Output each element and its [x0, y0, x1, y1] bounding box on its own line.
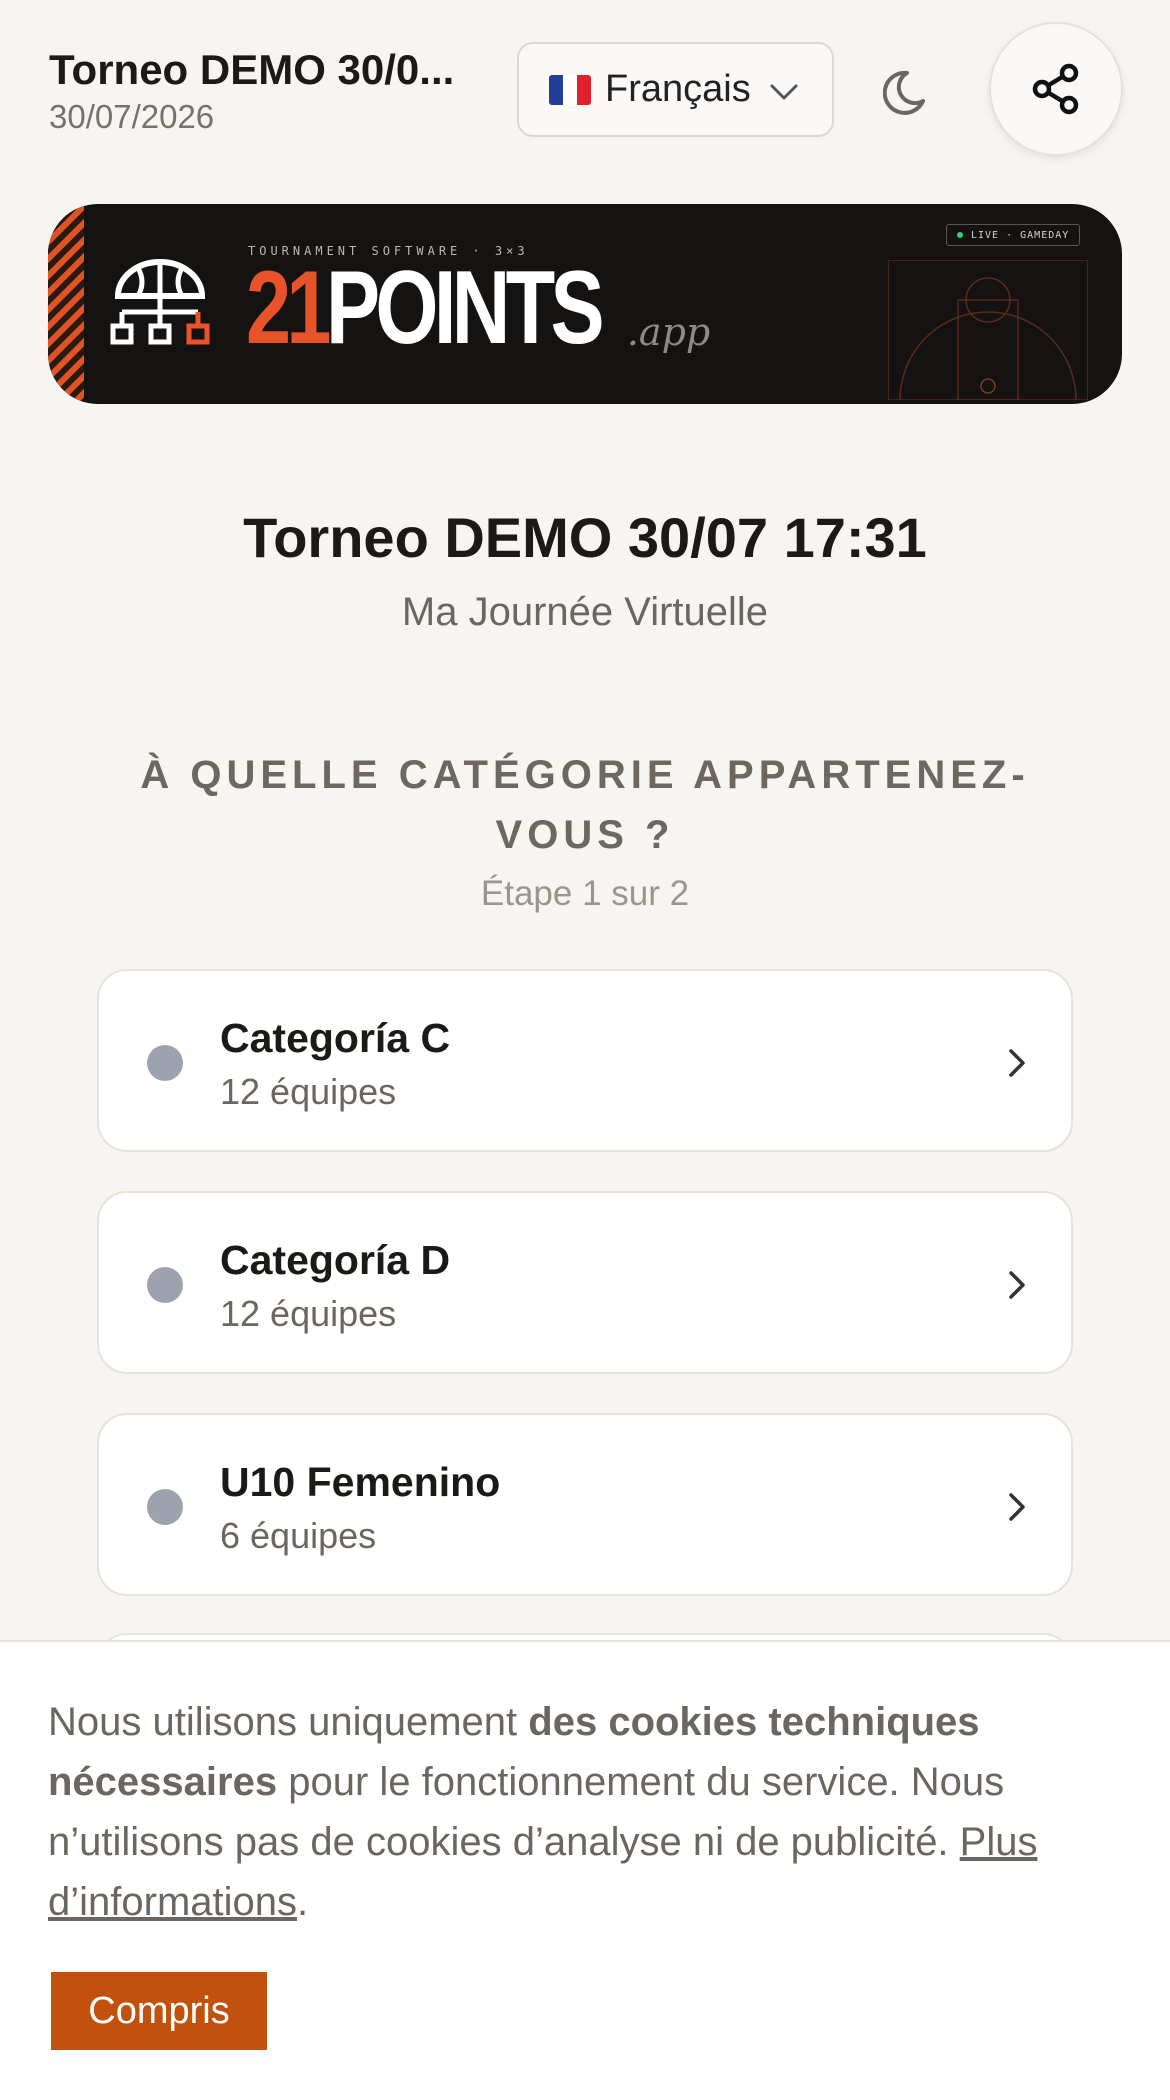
brand-banner: TOURNAMENT SOFTWARE · 3×3 21 POINTS .app…	[48, 204, 1122, 404]
wizard-step: Étape 1 sur 2	[480, 874, 690, 913]
cookie-text-period: .	[297, 1880, 309, 1924]
category-card[interactable]: Categoría D 12 équipes	[97, 1191, 1073, 1374]
header-date: 30/07/2026	[49, 98, 215, 135]
moon-icon	[883, 70, 925, 115]
court-outline-icon	[888, 260, 1088, 400]
category-name: Categoría D	[220, 1237, 451, 1283]
cookie-text: Nous utilisons uniquement des cookies te…	[48, 1692, 1128, 1932]
brand-logo: 21 POINTS .app	[246, 256, 710, 360]
banner-stripe	[48, 204, 84, 404]
french-flag-icon	[549, 74, 591, 105]
accept-cookies-button[interactable]: Compris	[51, 1972, 267, 2050]
category-team-count: 12 équipes	[220, 1071, 397, 1112]
app-header: Torneo DEMO 30/0... 30/07/2026 Français	[0, 0, 1170, 180]
cookie-banner: Nous utilisons uniquement des cookies te…	[0, 1640, 1170, 2100]
cookie-text-intro: Nous utilisons uniquement	[48, 1700, 529, 1744]
chevron-right-icon	[1007, 1491, 1027, 1528]
category-dot-icon	[147, 1267, 183, 1303]
language-select[interactable]: Français	[517, 42, 834, 137]
chevron-down-icon	[768, 76, 800, 113]
category-name: Categoría C	[220, 1015, 451, 1061]
event-subtitle: Ma Journée Virtuelle	[401, 590, 769, 634]
language-label: Français	[605, 68, 751, 110]
chevron-right-icon	[1007, 1269, 1027, 1306]
theme-toggle-button[interactable]	[880, 62, 940, 122]
chevron-right-icon	[1007, 1047, 1027, 1084]
category-name: U10 Femenino	[220, 1459, 501, 1505]
category-team-count: 6 équipes	[220, 1515, 377, 1556]
brand-number: 21	[246, 250, 332, 366]
basketball-bracket-icon	[108, 254, 218, 363]
category-dot-icon	[147, 1045, 183, 1081]
brand-word: POINTS	[325, 250, 605, 366]
wizard-question: À QUELLE CATÉGORIE APPARTENEZ-VOUS ?	[140, 753, 1030, 857]
share-icon	[1032, 63, 1079, 115]
header-title: Torneo DEMO 30/0...	[49, 46, 455, 93]
category-dot-icon	[147, 1489, 183, 1525]
live-dot-icon	[957, 232, 963, 238]
live-badge-label: LIVE · GAMEDAY	[971, 229, 1070, 241]
brand-suffix: .app	[626, 310, 711, 354]
category-team-count: 12 équipes	[220, 1293, 397, 1334]
category-card[interactable]: Categoría C 12 équipes	[97, 969, 1073, 1152]
live-badge: LIVE · GAMEDAY	[946, 224, 1081, 246]
share-button[interactable]	[989, 22, 1123, 156]
category-card[interactable]: U10 Femenino 6 équipes	[97, 1413, 1073, 1596]
event-title: Torneo DEMO 30/07 17:31	[243, 506, 927, 569]
